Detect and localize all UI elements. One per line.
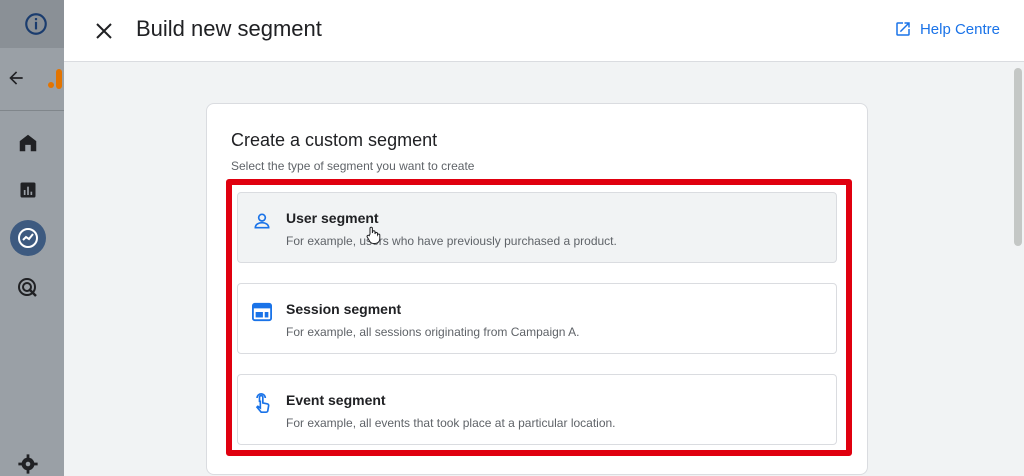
hand-cursor-icon — [365, 226, 381, 249]
build-segment-drawer: Build new segment Help Centre Create a c… — [64, 0, 1024, 476]
card-subtitle: Select the type of segment you want to c… — [231, 159, 475, 173]
open-in-new-icon — [896, 22, 910, 36]
settings-gear-icon[interactable] — [14, 450, 42, 476]
scrollbar-thumb[interactable] — [1014, 68, 1022, 246]
segment-type-card: Create a custom segment Select the type … — [206, 103, 868, 475]
close-icon — [96, 23, 112, 39]
close-button[interactable] — [92, 19, 116, 43]
card-title: Create a custom segment — [231, 130, 438, 150]
rail-divider — [0, 110, 64, 111]
info-icon[interactable] — [22, 10, 50, 38]
reports-icon[interactable] — [14, 176, 42, 204]
back-arrow-icon[interactable] — [2, 64, 30, 92]
left-nav-rail — [0, 0, 64, 476]
help-centre-link[interactable]: Help Centre — [894, 20, 1000, 38]
help-centre-label: Help Centre — [919, 20, 1000, 38]
page-title: Build new segment — [136, 16, 322, 41]
advertising-icon[interactable] — [14, 274, 42, 302]
explore-icon[interactable] — [14, 224, 42, 252]
home-icon[interactable] — [14, 129, 42, 157]
drawer-header: Build new segment Help Centre — [64, 0, 1024, 62]
annotation-highlight-box — [226, 179, 852, 456]
